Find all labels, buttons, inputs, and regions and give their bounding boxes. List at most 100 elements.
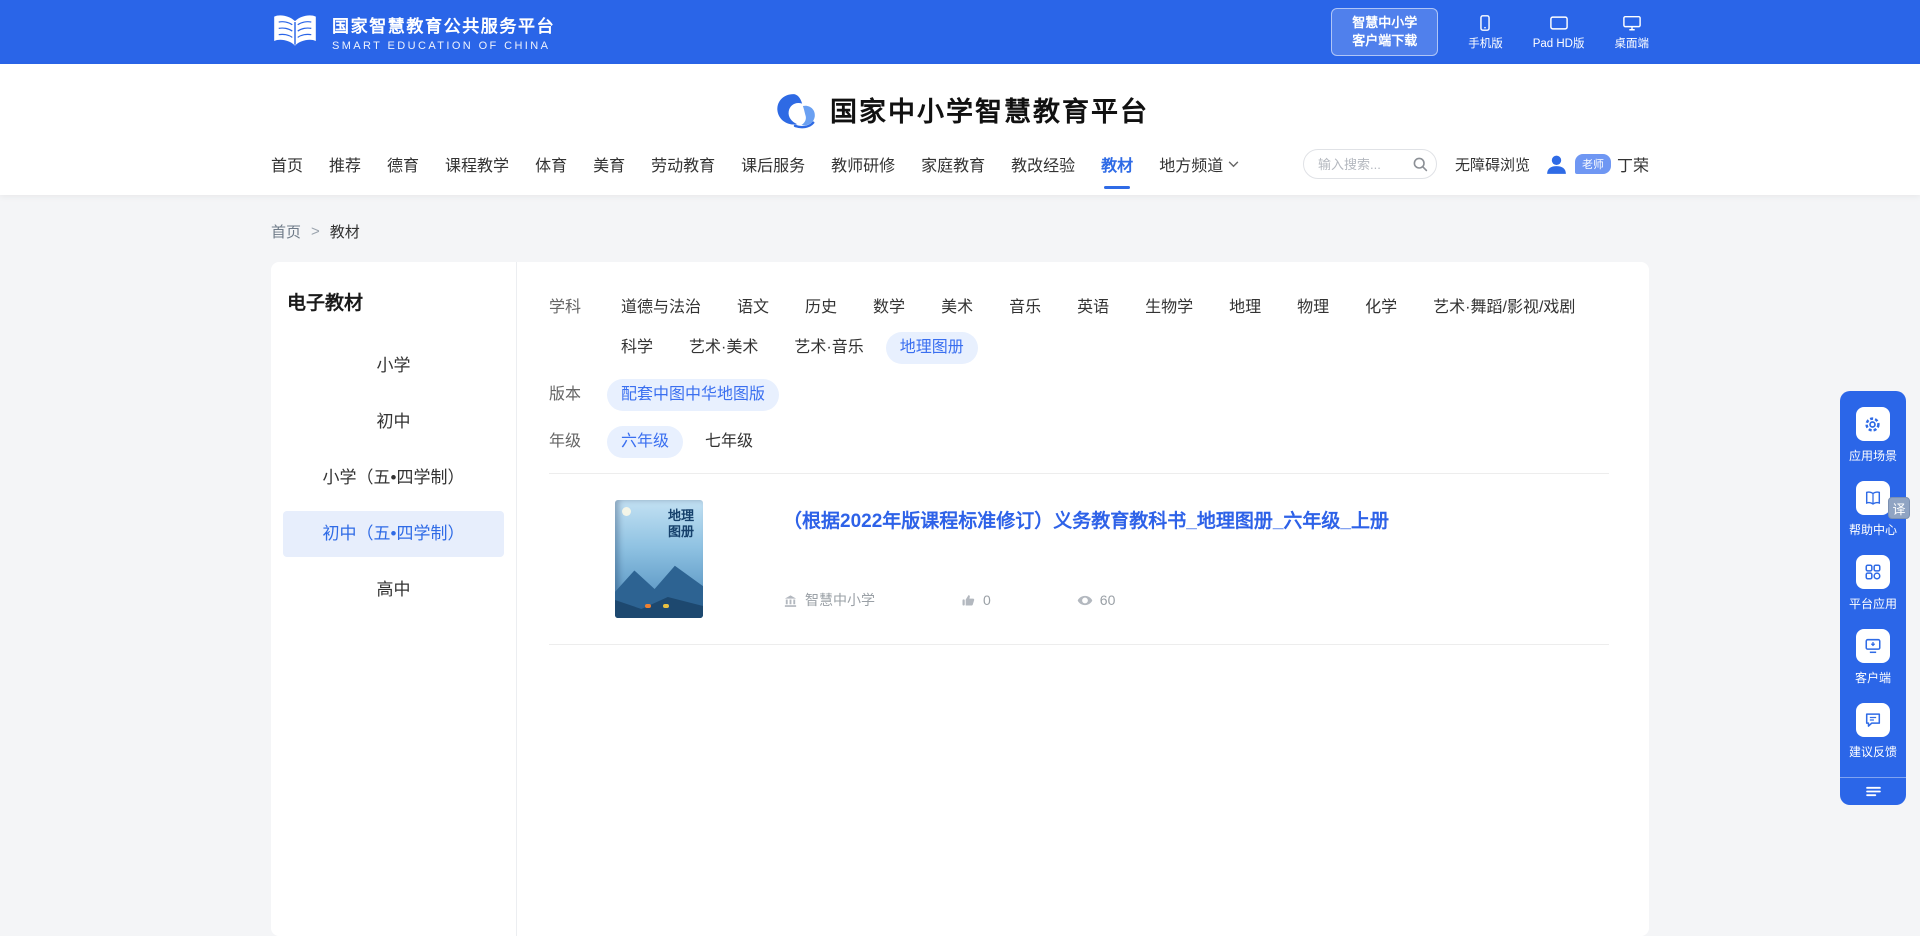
version-options: 配套中图中华地图版 [607,379,787,411]
subject-option[interactable]: 物理 [1283,292,1343,324]
user-account[interactable]: 老师 丁荣 [1544,152,1649,177]
grade-filter-row: 年级 六年级 七年级 [549,426,1609,458]
nav-item-local-channel[interactable]: 地方频道 [1159,152,1239,176]
subject-option[interactable]: 生物学 [1131,292,1207,324]
nav-item-physical-education[interactable]: 体育 [535,152,567,176]
sidebar: 电子教材 小学 初中 小学（五•四学制） 初中（五•四学制） 高中 [271,262,517,936]
app-download-line2: 客户端下载 [1352,32,1417,50]
client-desktop-link[interactable]: 桌面端 [1615,14,1650,51]
main-nav: 首页 推荐 德育 课程教学 体育 美育 劳动教育 课后服务 教师研修 家庭教育 … [271,152,1239,176]
book-info: （根据2022年版课程标准修订）义务教育教科书_地理图册_六年级_上册 智慧中小… [783,500,1389,618]
subject-option[interactable]: 音乐 [995,292,1055,324]
grade-option[interactable]: 七年级 [691,426,767,458]
breadcrumb-current: 教材 [330,221,360,242]
book-cover[interactable]: 地理图册 [615,500,703,618]
brand: 国家智慧教育公共服务平台 SMART EDUCATION OF CHINA [271,12,555,52]
divider [549,644,1609,645]
subject-option[interactable]: 数学 [859,292,919,324]
grade-options: 六年级 七年级 [607,426,775,458]
subject-option-selected[interactable]: 地理图册 [886,332,978,364]
cover-boat-yellow [663,604,669,608]
monitor-download-icon [1856,629,1890,663]
grid-icon [1856,555,1890,589]
translate-badge[interactable]: 译 [1888,497,1910,519]
version-option-selected[interactable]: 配套中图中华地图版 [607,379,779,411]
user-name[interactable]: 丁荣 [1617,152,1649,176]
grade-option-selected[interactable]: 六年级 [607,426,683,458]
subject-filter-row: 学科 道德与法治 语文 历史 数学 美术 音乐 英语 生物学 地理 物理 化学 … [549,292,1609,364]
main-card: 电子教材 小学 初中 小学（五•四学制） 初中（五•四学制） 高中 学科 道德与… [271,262,1649,936]
float-item-app-scenarios[interactable]: 应用场景 [1849,407,1897,464]
hamburger-icon [1866,786,1881,797]
nav-item-textbook[interactable]: 教材 [1101,152,1133,176]
nav-item-family-education[interactable]: 家庭教育 [921,152,985,176]
book-title-link[interactable]: （根据2022年版课程标准修订）义务教育教科书_地理图册_六年级_上册 [783,506,1389,533]
platform-title: 国家中小学智慧教育平台 [830,90,1149,129]
publisher-meta: 智慧中小学 [783,590,875,610]
help-book-icon [1856,481,1890,515]
sidebar-item-junior[interactable]: 初中 [283,399,504,445]
eye-icon [1077,595,1093,606]
subject-option[interactable]: 道德与法治 [607,292,715,324]
search-icon[interactable] [1412,156,1428,172]
float-item-client[interactable]: 客户端 [1855,629,1891,686]
avatar-icon[interactable] [1544,152,1569,177]
subject-option[interactable]: 英语 [1063,292,1123,324]
float-item-label: 建议反馈 [1849,743,1897,760]
subject-options: 道德与法治 语文 历史 数学 美术 音乐 英语 生物学 地理 物理 化学 艺术·… [607,292,1609,364]
likes-count: 0 [983,592,991,608]
chat-bubble-icon [1856,703,1890,737]
float-item-feedback[interactable]: 建议反馈 [1849,703,1897,760]
likes-meta: 0 [961,592,991,608]
book-cover-title: 地理图册 [666,508,696,540]
client-mobile-label: 手机版 [1468,35,1503,51]
float-item-label: 帮助中心 [1849,521,1897,538]
nav-item-aesthetic-education[interactable]: 美育 [593,152,625,176]
client-pad-link[interactable]: Pad HD版 [1533,14,1585,51]
nav-item-moral-education[interactable]: 德育 [387,152,419,176]
breadcrumb-home[interactable]: 首页 [271,221,301,242]
subject-option[interactable]: 语文 [723,292,783,324]
client-pad-label: Pad HD版 [1533,35,1585,51]
float-item-platform-apps[interactable]: 平台应用 [1849,555,1897,612]
panel-collapse-button[interactable] [1840,777,1906,797]
textbook-list-item: 地理图册 （根据2022年版课程标准修订）义务教育教科书_地理图册_六年级_上册… [549,474,1609,644]
subject-option[interactable]: 艺术·舞蹈/影视/戏剧 [1419,292,1589,324]
subject-option[interactable]: 地理 [1215,292,1275,324]
client-mobile-link[interactable]: 手机版 [1468,14,1503,51]
subject-filter-label: 学科 [549,292,599,364]
nav-item-home[interactable]: 首页 [271,152,303,176]
sidebar-item-primary[interactable]: 小学 [283,343,504,389]
float-panel: 应用场景 帮助中心 平台应用 客户端 建议反馈 [1840,391,1906,805]
content-panel: 学科 道德与法治 语文 历史 数学 美术 音乐 英语 生物学 地理 物理 化学 … [517,262,1649,936]
version-filter-label: 版本 [549,379,599,411]
subject-option[interactable]: 艺术·美术 [675,332,772,364]
nav-item-teacher-training[interactable]: 教师研修 [831,152,895,176]
subject-option[interactable]: 艺术·音乐 [780,332,877,364]
brand-text: 国家智慧教育公共服务平台 SMART EDUCATION OF CHINA [332,12,555,52]
nav-item-labor-education[interactable]: 劳动教育 [651,152,715,176]
sidebar-item-primary-54[interactable]: 小学（五•四学制） [283,455,504,501]
subject-option[interactable]: 美术 [927,292,987,324]
nav-item-recommend[interactable]: 推荐 [329,152,361,176]
thumbs-up-icon [961,593,976,608]
breadcrumb-separator: > [311,223,320,240]
nav-item-after-school-service[interactable]: 课后服务 [741,152,805,176]
accessibility-link[interactable]: 无障碍浏览 [1455,154,1530,175]
app-download-button[interactable]: 智慧中小学 客户端下载 [1331,8,1438,56]
float-item-label: 应用场景 [1849,447,1897,464]
nav-item-curriculum-teaching[interactable]: 课程教学 [445,152,509,176]
sidebar-item-junior-54[interactable]: 初中（五•四学制） [283,511,504,557]
subject-option[interactable]: 科学 [607,332,667,364]
grade-filter-label: 年级 [549,426,599,458]
nav-item-local-channel-label: 地方频道 [1159,152,1223,176]
float-item-label: 客户端 [1855,669,1891,686]
swan-logo-icon [771,91,819,129]
views-meta: 60 [1077,592,1116,608]
phone-icon [1476,14,1494,32]
subject-option[interactable]: 历史 [791,292,851,324]
sidebar-item-senior[interactable]: 高中 [283,567,504,613]
subject-option[interactable]: 化学 [1351,292,1411,324]
nav-item-reform-experience[interactable]: 教改经验 [1011,152,1075,176]
site-header: 国家中小学智慧教育平台 首页 推荐 德育 课程教学 体育 美育 劳动教育 课后服… [0,64,1920,195]
